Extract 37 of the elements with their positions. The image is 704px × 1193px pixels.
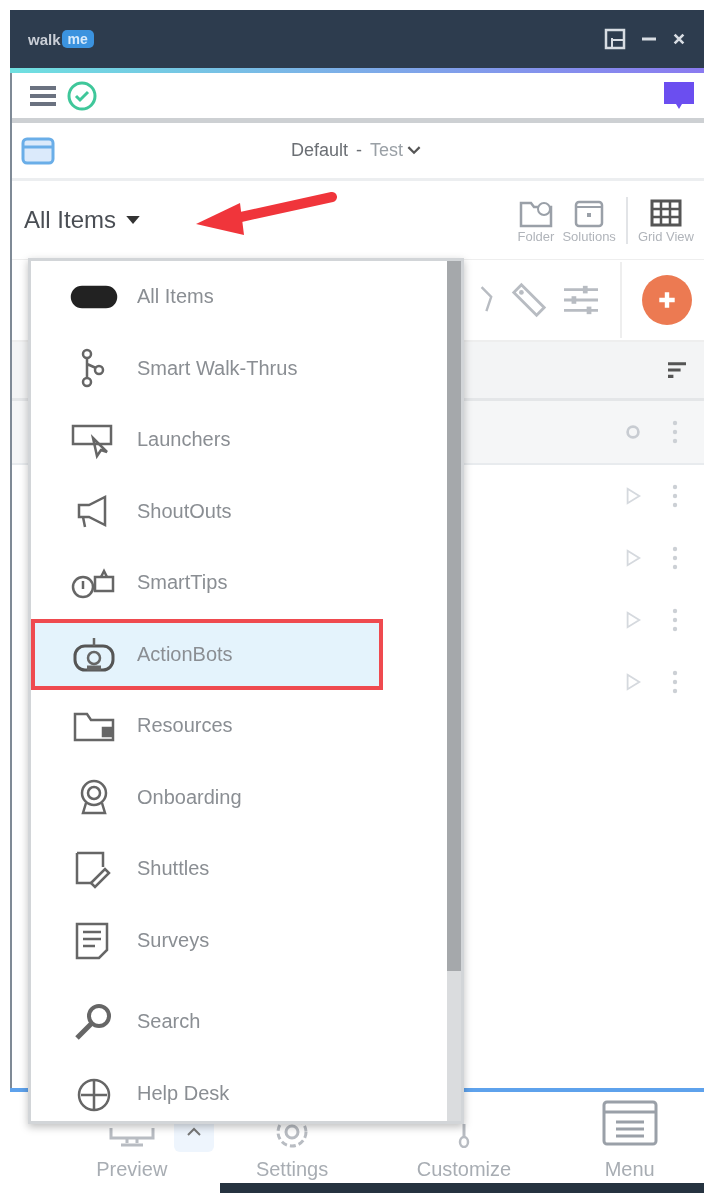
- scrollbar-track[interactable]: [447, 261, 461, 1121]
- logo-badge: me: [61, 30, 94, 48]
- chevron-up-icon: [186, 1127, 202, 1137]
- more-icon[interactable]: [672, 419, 678, 445]
- play-icon[interactable]: [624, 672, 642, 692]
- environment-label: Default: [290, 140, 348, 161]
- status-icon[interactable]: [624, 423, 642, 441]
- menu-item[interactable]: ActionBots: [31, 618, 383, 690]
- grid-tool[interactable]: Grid View: [635, 196, 696, 244]
- more-icon[interactable]: [672, 483, 678, 509]
- play-icon[interactable]: [624, 610, 642, 630]
- tag-icon[interactable]: [510, 281, 548, 319]
- more-icon[interactable]: [672, 607, 678, 633]
- menu-icon[interactable]: [28, 83, 58, 108]
- sort-icon[interactable]: [666, 361, 688, 379]
- sliders-icon[interactable]: [562, 283, 600, 317]
- add-button[interactable]: [642, 275, 692, 325]
- menu-tab[interactable]: Menu: [599, 1098, 660, 1181]
- items-dropdown[interactable]: All Items: [24, 206, 140, 234]
- menu-item[interactable]: All Items: [31, 261, 447, 333]
- chevron-icon: [407, 146, 422, 155]
- menu-item[interactable]: Help Desk: [31, 1057, 447, 1121]
- more-icon[interactable]: [672, 545, 678, 571]
- project-selector[interactable]: Test: [370, 140, 422, 161]
- check-circle-icon: [66, 79, 98, 112]
- plus-icon: [656, 289, 678, 311]
- close-icon[interactable]: [672, 32, 686, 46]
- layout-icon[interactable]: [604, 28, 626, 50]
- folder-tool[interactable]: Folder: [515, 196, 557, 244]
- logo-text: walk: [28, 30, 61, 48]
- window-icon[interactable]: [20, 135, 56, 166]
- solutions-tool[interactable]: Solutions: [560, 196, 618, 244]
- separator: -: [356, 140, 362, 161]
- play-icon[interactable]: [624, 486, 642, 506]
- play-icon[interactable]: [624, 548, 642, 568]
- more-icon[interactable]: [672, 669, 678, 695]
- scrollbar-thumb[interactable]: [447, 261, 461, 971]
